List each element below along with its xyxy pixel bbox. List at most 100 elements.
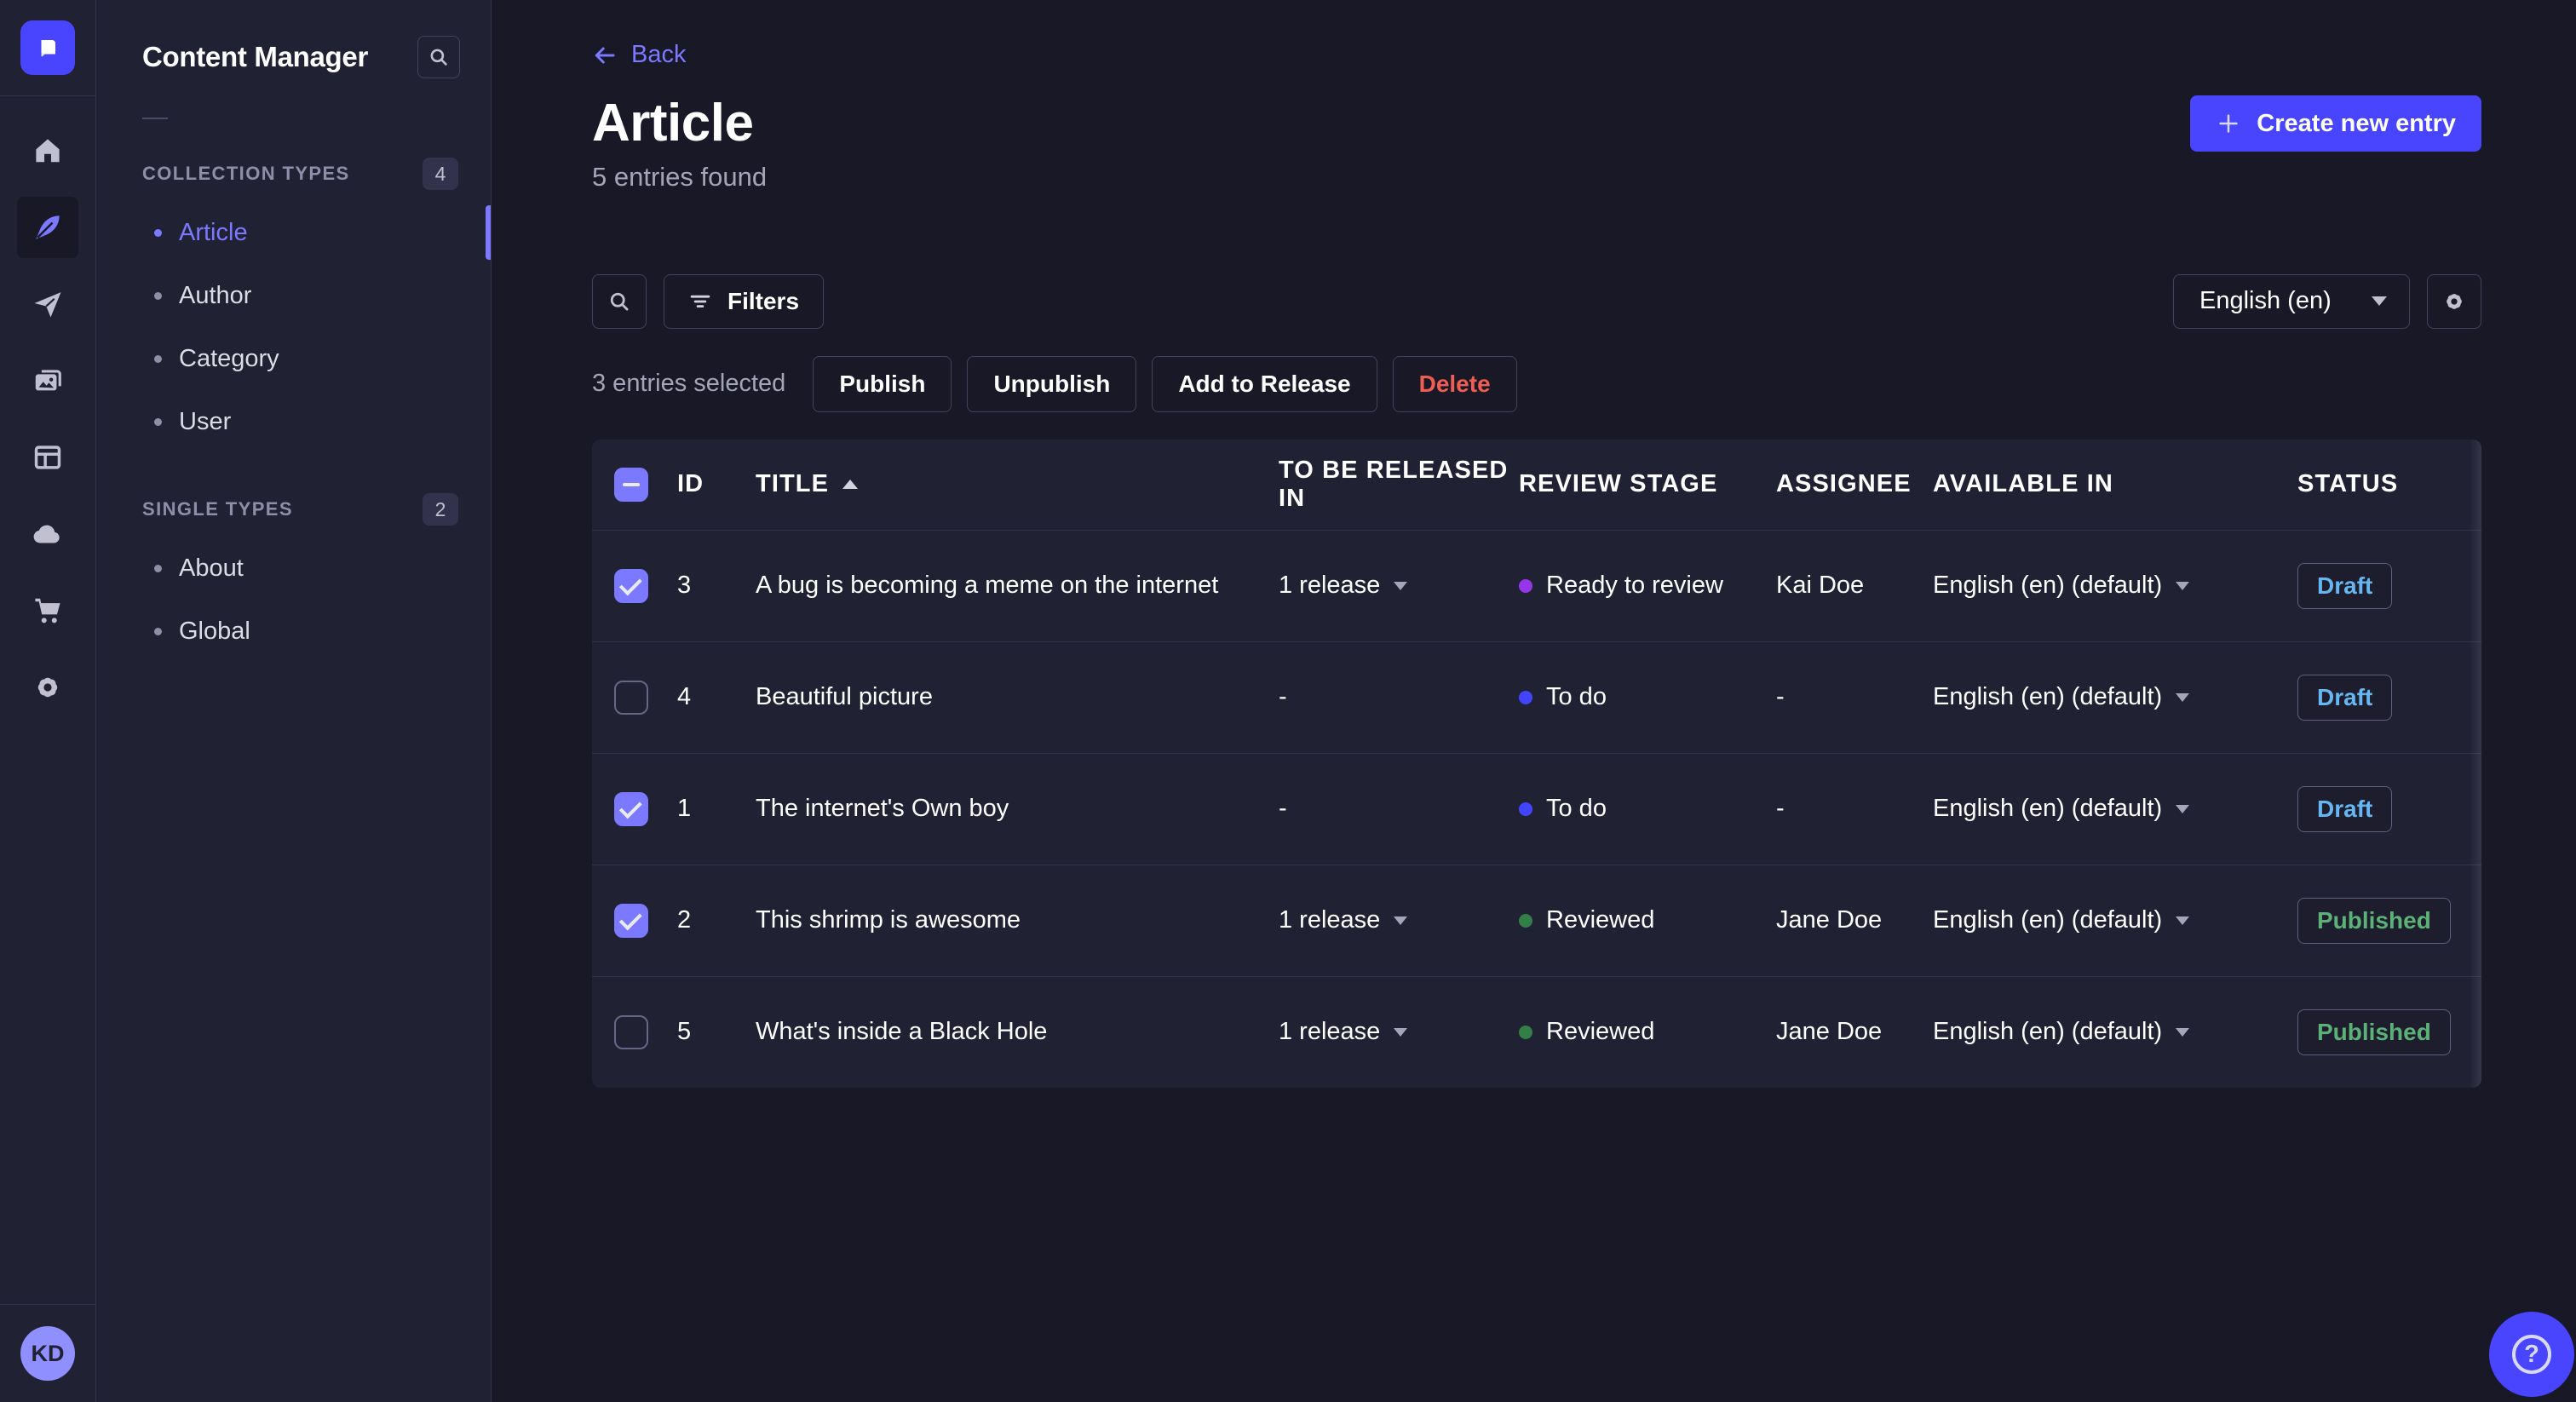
status-badge: Published [2297,897,2451,944]
bullet-icon [154,228,162,237]
column-header-id[interactable]: ID [677,470,756,498]
sidebar-item-category[interactable]: Category [142,327,460,390]
table-row[interactable]: 4 Beautiful picture - To do - English (e… [592,641,2481,753]
cell-available-in-dropdown[interactable]: English (en) (default) [1933,572,2297,600]
column-header-review-stage[interactable]: REVIEW STAGE [1519,470,1776,498]
filter-icon [690,295,710,307]
sidebar-item-article[interactable]: Article [142,201,460,264]
sidebar-item-global[interactable]: Global [142,600,460,663]
cloud-icon[interactable] [17,503,78,565]
cell-review-stage: Reviewed [1519,906,1776,934]
chevron-down-icon [1394,581,1408,590]
locale-select[interactable]: English (en) [2173,273,2410,329]
cell-released: - [1279,683,1287,710]
cell-released-dropdown[interactable]: 1 release [1279,1018,1519,1046]
toolbar: Filters English (en) [592,273,2481,329]
select-all-checkbox[interactable] [614,467,648,502]
cell-released: - [1279,795,1287,822]
chevron-down-icon [2176,804,2190,813]
home-icon[interactable] [17,120,78,181]
sidebar-search-button[interactable] [417,36,460,78]
search-icon [610,292,629,310]
table-row[interactable]: 5 What's inside a Black Hole 1 release R… [592,975,2481,1088]
column-header-released[interactable]: TO BE RELEASED IN [1279,457,1519,513]
status-badge: Draft [2297,674,2393,721]
add-to-release-button[interactable]: Add to Release [1152,355,1377,412]
cell-assignee: Jane Doe [1776,1018,1883,1045]
search-icon [430,49,447,66]
media-library-images-icon[interactable] [17,350,78,411]
user-avatar[interactable]: KD [20,1326,75,1381]
row-checkbox[interactable] [614,1014,648,1049]
main-content: Back Article 5 entries found Create new … [492,0,2576,1402]
settings-gear-icon[interactable] [17,657,78,718]
content-type-builder-layout-icon[interactable] [17,427,78,488]
table-header-row: ID TITLE TO BE RELEASED IN REVIEW STAGE … [592,440,2481,530]
sidebar-item-author[interactable]: Author [142,264,460,327]
stage-dot-icon [1519,913,1532,928]
help-button[interactable]: ? [2489,1312,2574,1397]
bullet-icon [154,627,162,635]
sort-ascending-icon [842,480,859,489]
cell-available-in-dropdown[interactable]: English (en) (default) [1933,906,2297,934]
column-header-title[interactable]: TITLE [756,470,1279,498]
chevron-down-icon [1394,916,1408,925]
filters-button[interactable]: Filters [664,273,825,329]
back-label: Back [631,41,687,68]
row-checkbox[interactable] [614,680,648,715]
cell-available-in-dropdown[interactable]: English (en) (default) [1933,795,2297,823]
status-badge: Published [2297,1008,2451,1055]
sidebar-divider [142,118,168,119]
strapi-logo[interactable] [20,20,75,75]
cell-available-in-dropdown[interactable]: English (en) (default) [1933,683,2297,711]
cell-id: 2 [677,906,692,934]
sidebar-item-label: Article [179,218,248,246]
table-row[interactable]: 1 The internet's Own boy - To do - Engli… [592,752,2481,865]
content-manager-feather-icon[interactable] [17,197,78,258]
cell-released-dropdown[interactable]: 1 release [1279,906,1519,934]
row-checkbox[interactable] [614,791,648,826]
cell-assignee: - [1776,795,1785,822]
releases-paper-plane-icon[interactable] [17,273,78,335]
cell-review-stage: To do [1519,683,1776,711]
content-manager-sidebar: Content Manager COLLECTION TYPES 4 Artic… [96,0,492,1402]
collection-types-label: COLLECTION TYPES [142,163,350,184]
sidebar-item-label: About [179,554,244,582]
unpublish-button[interactable]: Unpublish [967,355,1137,412]
chevron-down-icon [2176,1027,2190,1037]
back-link[interactable]: Back [592,41,686,69]
column-header-status[interactable]: STATUS [2297,470,2481,498]
gear-icon [2447,293,2462,309]
collection-types-section: COLLECTION TYPES 4 Article Author Catego… [142,155,460,453]
arrow-left-icon [595,47,615,63]
sidebar-item-label: Global [179,617,250,645]
rail-bottom: KD [0,1304,95,1402]
view-settings-button[interactable] [2427,273,2481,329]
sidebar-item-user[interactable]: User [142,390,460,453]
stage-dot-icon [1519,690,1532,704]
column-header-available-in[interactable]: AVAILABLE IN [1933,470,2297,498]
table-row[interactable]: 2 This shrimp is awesome 1 release Revie… [592,864,2481,976]
row-checkbox[interactable] [614,903,648,938]
entries-table: ID TITLE TO BE RELEASED IN REVIEW STAGE … [592,439,2481,1088]
row-checkbox[interactable] [614,568,648,603]
marketplace-cart-icon[interactable] [17,580,78,641]
create-new-entry-button[interactable]: Create new entry [2190,95,2481,152]
table-row[interactable]: 3 A bug is becoming a meme on the intern… [592,529,2481,641]
delete-button[interactable]: Delete [1392,355,1517,412]
publish-button[interactable]: Publish [813,355,952,412]
selection-actions: 3 entries selected Publish Unpublish Add… [592,355,2481,412]
sidebar-item-label: Author [179,281,252,309]
column-header-assignee[interactable]: ASSIGNEE [1776,470,1933,498]
sidebar-item-about[interactable]: About [142,537,460,600]
table-search-button[interactable] [592,273,647,329]
bullet-icon [154,564,162,572]
stage-dot-icon [1519,1025,1532,1039]
cell-available-in-dropdown[interactable]: English (en) (default) [1933,1018,2297,1046]
single-types-count-badge: 2 [423,493,458,526]
stage-dot-icon [1519,578,1532,593]
cell-released-dropdown[interactable]: 1 release [1279,572,1519,600]
sidebar-title: Content Manager [142,41,369,72]
rail-nav [17,120,78,718]
create-new-entry-label: Create new entry [2257,109,2456,137]
